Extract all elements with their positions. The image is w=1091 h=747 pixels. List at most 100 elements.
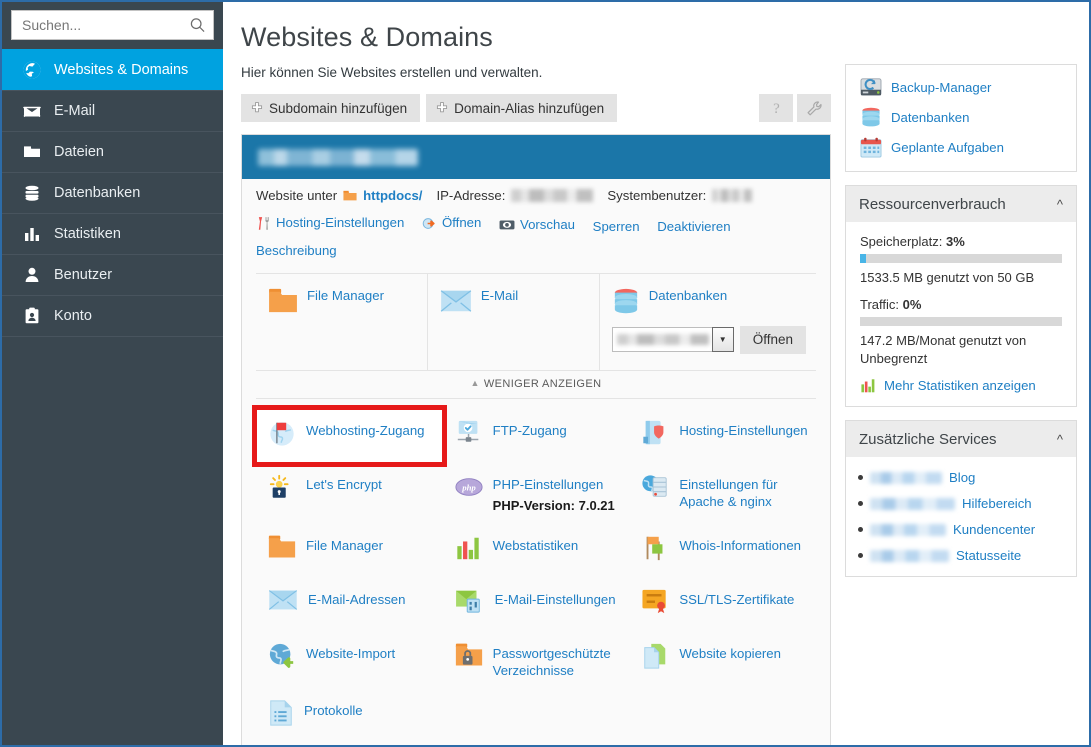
ssl-tls-link[interactable]: SSL/TLS-Zertifikate	[679, 592, 794, 607]
email-link[interactable]: E-Mail	[481, 288, 518, 303]
sidebar-item-email[interactable]: E-Mail	[2, 90, 223, 131]
chevron-up-icon: ▲	[470, 377, 480, 388]
sidebar-item-benutzer[interactable]: Benutzer	[2, 254, 223, 295]
service-email[interactable]: E-Mail	[428, 273, 600, 370]
service-file-manager[interactable]: File Manager	[256, 273, 428, 370]
service-hilfebereich-link[interactable]: Hilfebereich	[962, 496, 1032, 511]
whois-link[interactable]: Whois-Informationen	[679, 538, 801, 553]
email-adressen-link[interactable]: E-Mail-Adressen	[308, 592, 405, 607]
tile-php-einstellungen[interactable]: php PHP-Einstellungen PHP-Version: 7.0.2…	[443, 463, 630, 524]
database-open-button[interactable]: Öffnen	[739, 325, 807, 354]
aside-backup-manager[interactable]: Backup-Manager	[860, 77, 1062, 97]
aside-column: Backup-Manager Datenbanken Geplante Aufg…	[845, 16, 1077, 745]
show-less-toggle[interactable]: ▲ WENIGER ANZEIGEN	[256, 369, 816, 398]
tile-email-einstellungen[interactable]: E-Mail-Einstellungen	[443, 578, 630, 632]
tile-passwortgeschuetzte-verzeichnisse[interactable]: Passwortgeschützte Verzeichnisse	[443, 632, 630, 689]
settings-button[interactable]	[797, 94, 831, 122]
service-databases[interactable]: Datenbanken ▼ Öffnen	[600, 274, 816, 370]
tile-whois[interactable]: Whois-Informationen	[629, 524, 816, 578]
service-blog-link[interactable]: Blog	[949, 470, 975, 485]
disk-usage-label: Speicherplatz: 3%	[860, 234, 1062, 249]
file-manager-link[interactable]: File Manager	[307, 288, 384, 303]
more-stats-link[interactable]: Mehr Statistiken anzeigen	[884, 378, 1036, 393]
sidebar-item-statistiken[interactable]: Statistiken	[2, 213, 223, 254]
php-einstellungen-link[interactable]: PHP-Einstellungen	[493, 477, 604, 492]
service-kundencenter-link[interactable]: Kundencenter	[953, 522, 1035, 537]
tile-email-adressen[interactable]: E-Mail-Adressen	[256, 578, 443, 632]
list-item[interactable]: Statusseite	[858, 548, 1062, 563]
tile-webhosting-zugang[interactable]: Webhosting-Zugang	[252, 404, 447, 467]
geplante-aufgaben-link[interactable]: Geplante Aufgaben	[891, 140, 1004, 155]
domain-info-row: Website unter httpdocs/ IP-Adresse: Syst…	[256, 188, 816, 203]
webstatistiken-link[interactable]: Webstatistiken	[493, 538, 579, 553]
search-box[interactable]	[11, 10, 214, 40]
list-item[interactable]: Hilfebereich	[858, 496, 1062, 511]
databases-link[interactable]: Datenbanken	[649, 288, 727, 303]
sidebar-item-dateien[interactable]: Dateien	[2, 131, 223, 172]
suspend-link[interactable]: Sperren	[593, 215, 640, 239]
tile-apache-nginx[interactable]: Einstellungen für Apache & nginx	[629, 463, 816, 524]
protokolle-link[interactable]: Protokolle	[304, 703, 363, 718]
email-einstellungen-link[interactable]: E-Mail-Einstellungen	[495, 592, 616, 607]
preview-link[interactable]: Vorschau	[520, 213, 575, 237]
help-button[interactable]: ?	[759, 94, 793, 122]
add-domain-alias-button[interactable]: Domain-Alias hinzufügen	[426, 94, 618, 122]
service-prefix-redacted	[870, 497, 955, 510]
backup-manager-link[interactable]: Backup-Manager	[891, 80, 991, 95]
disk-usage-meter	[860, 254, 1062, 263]
sidebar-item-websites-domains[interactable]: Websites & Domains	[2, 49, 223, 90]
search-input[interactable]	[12, 11, 213, 39]
bullet-icon	[858, 475, 863, 480]
plus-icon	[251, 102, 263, 113]
hosting-einstellungen-link[interactable]: Hosting-Einstellungen	[679, 423, 807, 438]
feature-tile-grid: Webhosting-Zugang FTP-Zugang Hosting-Ein…	[252, 397, 816, 746]
suspend-action[interactable]: Sperren	[593, 215, 640, 239]
sidebar-item-datenbanken[interactable]: Datenbanken	[2, 172, 223, 213]
deactivate-action[interactable]: Deaktivieren	[657, 215, 730, 239]
more-stats-row[interactable]: Mehr Statistiken anzeigen	[860, 378, 1062, 393]
ftp-zugang-link[interactable]: FTP-Zugang	[493, 423, 567, 438]
tile-webstatistiken[interactable]: Webstatistiken	[443, 524, 630, 578]
preview-action[interactable]: Vorschau	[499, 213, 575, 237]
tile-lets-encrypt[interactable]: Let's Encrypt	[256, 463, 443, 524]
ip-label: IP-Adresse:	[436, 188, 506, 203]
service-statusseite-link[interactable]: Statusseite	[956, 548, 1021, 563]
open-action[interactable]: Öffnen	[422, 211, 481, 235]
deactivate-link[interactable]: Deaktivieren	[657, 215, 730, 239]
website-kopieren-link[interactable]: Website kopieren	[679, 646, 781, 661]
description-action[interactable]: Beschreibung	[256, 239, 337, 263]
add-subdomain-button[interactable]: Subdomain hinzufügen	[241, 94, 421, 122]
list-item[interactable]: Kundencenter	[858, 522, 1062, 537]
webhosting-zugang-link[interactable]: Webhosting-Zugang	[306, 423, 425, 438]
datenbanken-link[interactable]: Datenbanken	[891, 110, 969, 125]
open-link[interactable]: Öffnen	[442, 211, 481, 235]
aside-datenbanken[interactable]: Datenbanken	[860, 107, 1062, 127]
hosting-settings-link[interactable]: Hosting-Einstellungen	[276, 211, 404, 235]
httpdocs-link[interactable]: httpdocs/	[363, 188, 422, 203]
database-select[interactable]: ▼	[611, 327, 734, 352]
whois-flags-icon	[646, 536, 663, 560]
tile-file-manager[interactable]: File Manager	[256, 524, 443, 578]
lets-encrypt-link[interactable]: Let's Encrypt	[306, 477, 382, 492]
passwortgeschuetzte-link[interactable]: Passwortgeschützte Verzeichnisse	[493, 646, 611, 678]
tile-website-kopieren[interactable]: Website kopieren	[629, 632, 816, 689]
extra-services-header[interactable]: Zusätzliche Services ^	[846, 421, 1076, 457]
disk-usage-meter-fill	[860, 254, 867, 263]
chevron-up-icon[interactable]: ^	[1057, 432, 1063, 447]
file-manager-tile-link[interactable]: File Manager	[306, 538, 383, 553]
tile-hosting-einstellungen[interactable]: Hosting-Einstellungen	[629, 409, 816, 463]
hosting-settings-action[interactable]: Hosting-Einstellungen	[256, 211, 404, 235]
tile-ftp-zugang[interactable]: FTP-Zugang	[443, 409, 630, 463]
tile-ssl-tls[interactable]: SSL/TLS-Zertifikate	[629, 578, 816, 632]
tile-protokolle[interactable]: Protokolle	[256, 689, 443, 743]
website-import-link[interactable]: Website-Import	[306, 646, 395, 661]
sidebar-item-konto[interactable]: Konto	[2, 295, 223, 336]
aside-geplante-aufgaben[interactable]: Geplante Aufgaben	[860, 137, 1062, 158]
resource-usage-header[interactable]: Ressourcenverbrauch ^	[846, 186, 1076, 222]
chevron-up-icon[interactable]: ^	[1057, 197, 1063, 212]
chevron-down-icon[interactable]: ▼	[711, 327, 734, 352]
list-item[interactable]: Blog	[858, 470, 1062, 485]
description-link[interactable]: Beschreibung	[256, 239, 337, 263]
tile-website-import[interactable]: Website-Import	[256, 632, 443, 689]
apache-nginx-link[interactable]: Einstellungen für Apache & nginx	[679, 477, 777, 509]
